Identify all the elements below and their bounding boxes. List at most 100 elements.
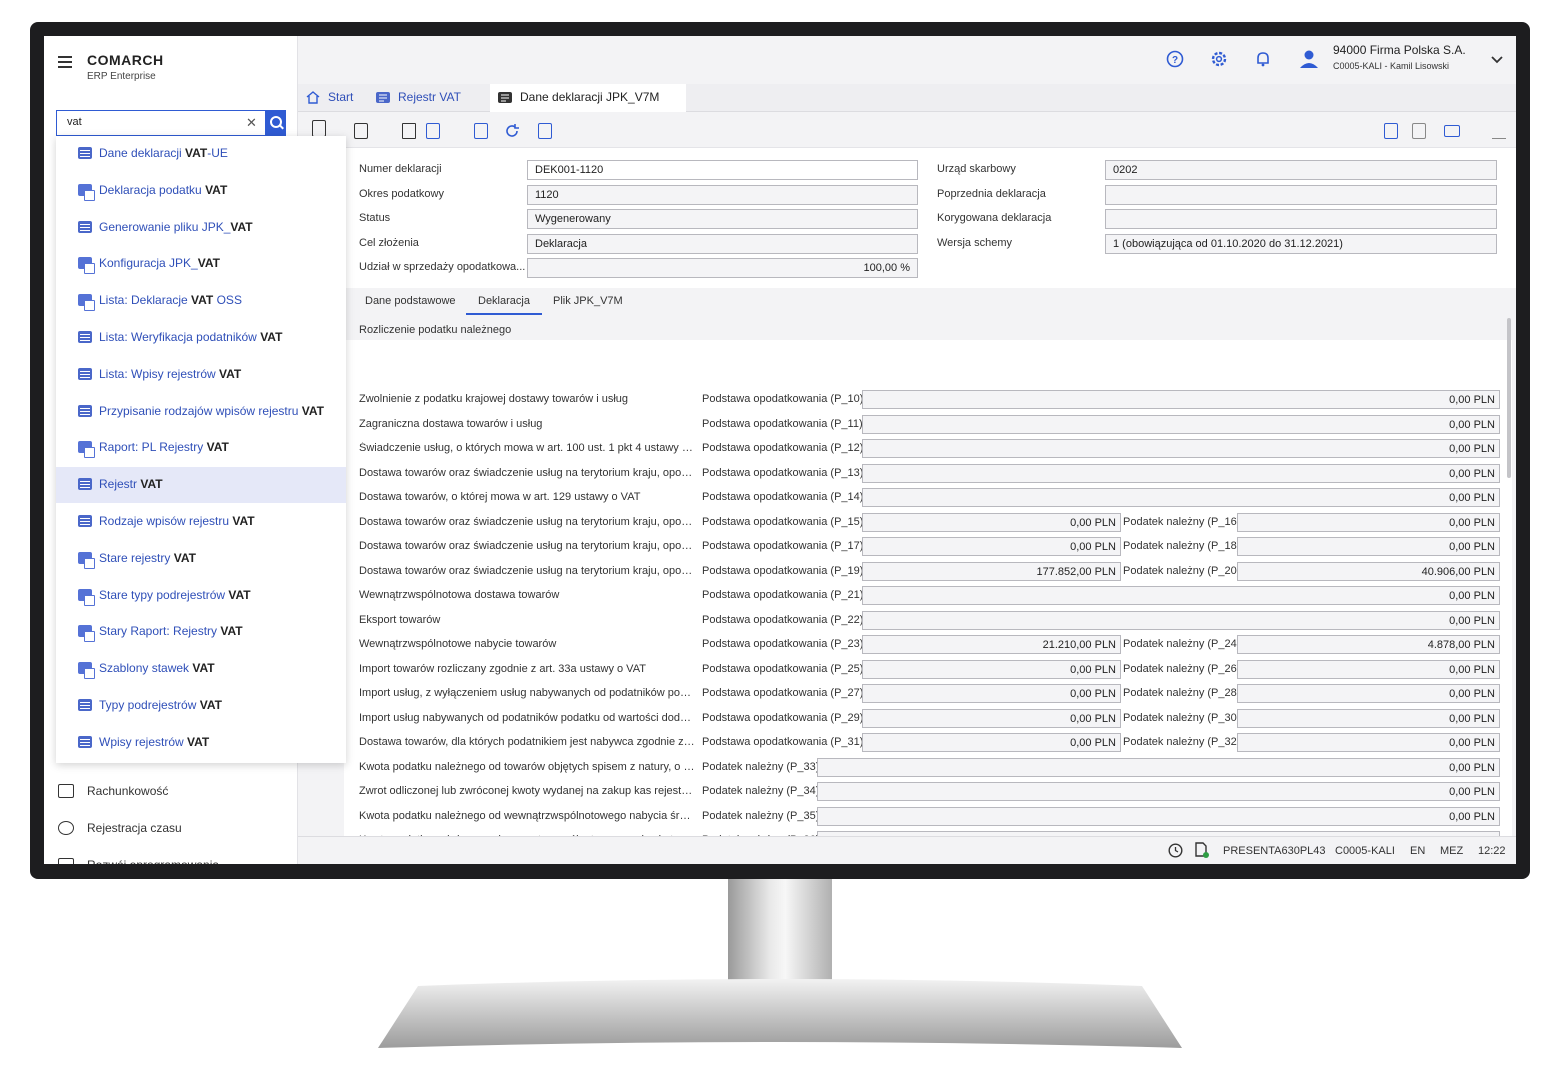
- field-input[interactable]: 0202: [1105, 160, 1497, 180]
- inner-tab[interactable]: Dane podstawowe: [365, 295, 456, 307]
- search-input[interactable]: vat: [56, 110, 266, 136]
- duplicate-icon[interactable]: [474, 123, 488, 139]
- result-label-match: VAT: [301, 403, 324, 418]
- row-value[interactable]: 0,00 PLN: [1237, 684, 1500, 703]
- row-value[interactable]: 0,00 PLN: [862, 439, 1500, 458]
- inner-tab[interactable]: Plik JPK_V7M: [553, 295, 623, 307]
- help-icon[interactable]: ?: [1166, 50, 1184, 68]
- field-input[interactable]: [1105, 184, 1497, 205]
- row-value[interactable]: 0,00 PLN: [1237, 708, 1500, 728]
- search-result-item[interactable]: Generowanie pliku JPK_VAT: [56, 210, 346, 246]
- row-value[interactable]: 0,00 PLN: [1237, 659, 1500, 679]
- sidebar-item[interactable]: Rejestracja czasu: [87, 821, 182, 835]
- expand-icon[interactable]: [1492, 123, 1506, 139]
- row-value[interactable]: 0,00 PLN: [862, 659, 1121, 679]
- tab-rejestr-vat[interactable]: Rejestr VAT: [368, 84, 486, 112]
- search-result-item[interactable]: Szablony stawek VAT: [56, 651, 346, 687]
- search-result-item[interactable]: Lista: Weryfikacja podatników VAT: [56, 320, 346, 356]
- field-input[interactable]: 100,00 %: [527, 258, 918, 279]
- search-result-item[interactable]: Rodzaje wpisów rejestru VAT: [56, 504, 346, 540]
- result-label-pre: Przypisanie rodzajów wpisów rejestru: [99, 403, 302, 418]
- search-result-item[interactable]: Rejestr VAT: [56, 467, 346, 504]
- search-result-item[interactable]: Przypisanie rodzajów wpisów rejestru VAT: [56, 394, 346, 430]
- search-result-item[interactable]: Lista: Wpisy rejestrów VAT: [56, 357, 346, 393]
- clear-icon[interactable]: ✕: [246, 115, 257, 131]
- row-value[interactable]: 21.210,00 PLN: [862, 635, 1121, 654]
- row-value[interactable]: 0,00 PLN: [817, 757, 1500, 777]
- search-result-item[interactable]: Stary Raport: Rejestry VAT: [56, 614, 346, 650]
- search-result-item[interactable]: Raport: PL Rejestry VAT: [56, 430, 346, 466]
- field-input[interactable]: Wygenerowany: [527, 209, 918, 230]
- row-value[interactable]: 0,00 PLN: [862, 610, 1500, 630]
- field-input[interactable]: [1105, 209, 1497, 230]
- menu-icon[interactable]: [58, 56, 72, 68]
- field-input[interactable]: 1120: [527, 184, 918, 205]
- field-label: Numer deklaracji: [359, 163, 442, 175]
- row-value[interactable]: 177.852,00 PLN: [862, 561, 1121, 581]
- row-value[interactable]: 0,00 PLN: [862, 414, 1500, 434]
- vertical-scrollbar[interactable]: [1507, 318, 1511, 478]
- field-input[interactable]: DEK001-1120: [527, 160, 918, 180]
- row-value[interactable]: 40.906,00 PLN: [1237, 561, 1500, 581]
- save-new-icon[interactable]: [426, 123, 440, 139]
- export-icon[interactable]: [1384, 123, 1398, 139]
- row-value[interactable]: 0,00 PLN: [862, 708, 1121, 728]
- row-label: Zwrot odliczonej lub zwróconej kwoty wyd…: [359, 785, 695, 797]
- search-result-item[interactable]: Stare typy podrejestrów VAT: [56, 578, 346, 614]
- row-value[interactable]: 0,00 PLN: [862, 512, 1121, 532]
- row-field-label: Podstawa opodatkowania (P_22): [702, 613, 864, 626]
- inner-tab-bar: Dane podstawowe Deklaracja Plik JPK_V7M: [344, 288, 1516, 318]
- copy-register-icon: [78, 441, 95, 459]
- row-value[interactable]: 0,00 PLN: [1237, 733, 1500, 752]
- row-value[interactable]: 0,00 PLN: [817, 806, 1500, 826]
- search-result-item[interactable]: Lista: Deklaracje VAT OSS: [56, 283, 346, 319]
- row-value[interactable]: 0,00 PLN: [862, 463, 1500, 483]
- app-screen: COMARCH ERP Enterprise vat ✕ Rachunkowoś…: [44, 36, 1516, 864]
- sidebar-item[interactable]: Rachunkowość: [87, 784, 168, 798]
- search-result-item[interactable]: Wpisy rejestrów VAT: [56, 725, 346, 761]
- search-result-item[interactable]: Deklaracja podatku VAT: [56, 173, 346, 209]
- field-input[interactable]: 1 (obowiązująca od 01.10.2020 do 31.12.2…: [1105, 233, 1497, 254]
- search-result-item[interactable]: Konfiguracja JPK_VAT: [56, 246, 346, 282]
- chevron-down-icon[interactable]: [1488, 50, 1506, 68]
- tab-label: Rejestr VAT: [398, 90, 461, 104]
- tab-start[interactable]: Start: [298, 84, 366, 112]
- row-label: Dostawa towarów, dla których podatnikiem…: [359, 736, 695, 748]
- row-value[interactable]: 0,00 PLN: [1237, 537, 1500, 556]
- row-field-label: Podstawa opodatkowania (P_10): [702, 393, 864, 405]
- search-result-item[interactable]: Stare rejestry VAT: [56, 541, 346, 577]
- row-value[interactable]: 0,00 PLN: [1237, 512, 1500, 532]
- avatar[interactable]: [1298, 48, 1320, 70]
- row-value[interactable]: 0,00 PLN: [862, 488, 1500, 507]
- declaration-header-form: Numer deklaracji DEK001-1120 Okres podatko…: [344, 148, 1516, 288]
- inner-tab[interactable]: Deklaracja: [466, 295, 542, 315]
- window-icon[interactable]: [1444, 125, 1460, 137]
- row-value[interactable]: 0,00 PLN: [862, 390, 1500, 409]
- row-field-label: Podatek należny (P_24): [1123, 638, 1241, 650]
- preview-icon[interactable]: [1412, 123, 1426, 139]
- row-field-label: Podstawa opodatkowania (P_27): [702, 687, 864, 699]
- gear-icon[interactable]: [1210, 50, 1228, 68]
- row-value[interactable]: 0,00 PLN: [862, 733, 1121, 752]
- clipboard-icon[interactable]: [312, 120, 326, 137]
- row-value[interactable]: 0,00 PLN: [862, 684, 1121, 703]
- row-value[interactable]: 0,00 PLN: [862, 586, 1500, 605]
- print-icon[interactable]: [538, 123, 552, 139]
- result-label-match: VAT: [191, 293, 214, 308]
- search-icon[interactable]: [266, 110, 286, 136]
- bell-icon[interactable]: [1254, 50, 1272, 68]
- row-field-label: Podatek należny (P_34): [702, 785, 820, 797]
- tab-dane-deklaracji[interactable]: Dane deklaracji JPK_V7M: [490, 84, 686, 112]
- field-input[interactable]: Deklaracja: [527, 233, 918, 254]
- save-icon[interactable]: [402, 123, 416, 139]
- row-label: Kwota podatku należnego od wewnątrzwspól…: [359, 809, 695, 822]
- row-value[interactable]: 4.878,00 PLN: [1237, 635, 1500, 654]
- new-document-icon[interactable]: [354, 123, 368, 139]
- search-result-item[interactable]: Typy podrejestrów VAT: [56, 688, 346, 724]
- search-result-item[interactable]: Dane deklaracji VAT-UE: [56, 136, 346, 172]
- refresh-icon[interactable]: [504, 123, 520, 139]
- row-value[interactable]: 0,00 PLN: [862, 537, 1121, 556]
- row-field-label: Podatek należny (P_33): [702, 760, 820, 773]
- row-value[interactable]: 0,00 PLN: [817, 782, 1500, 801]
- sidebar-item[interactable]: Rozwój oprogramowania: [87, 858, 219, 864]
